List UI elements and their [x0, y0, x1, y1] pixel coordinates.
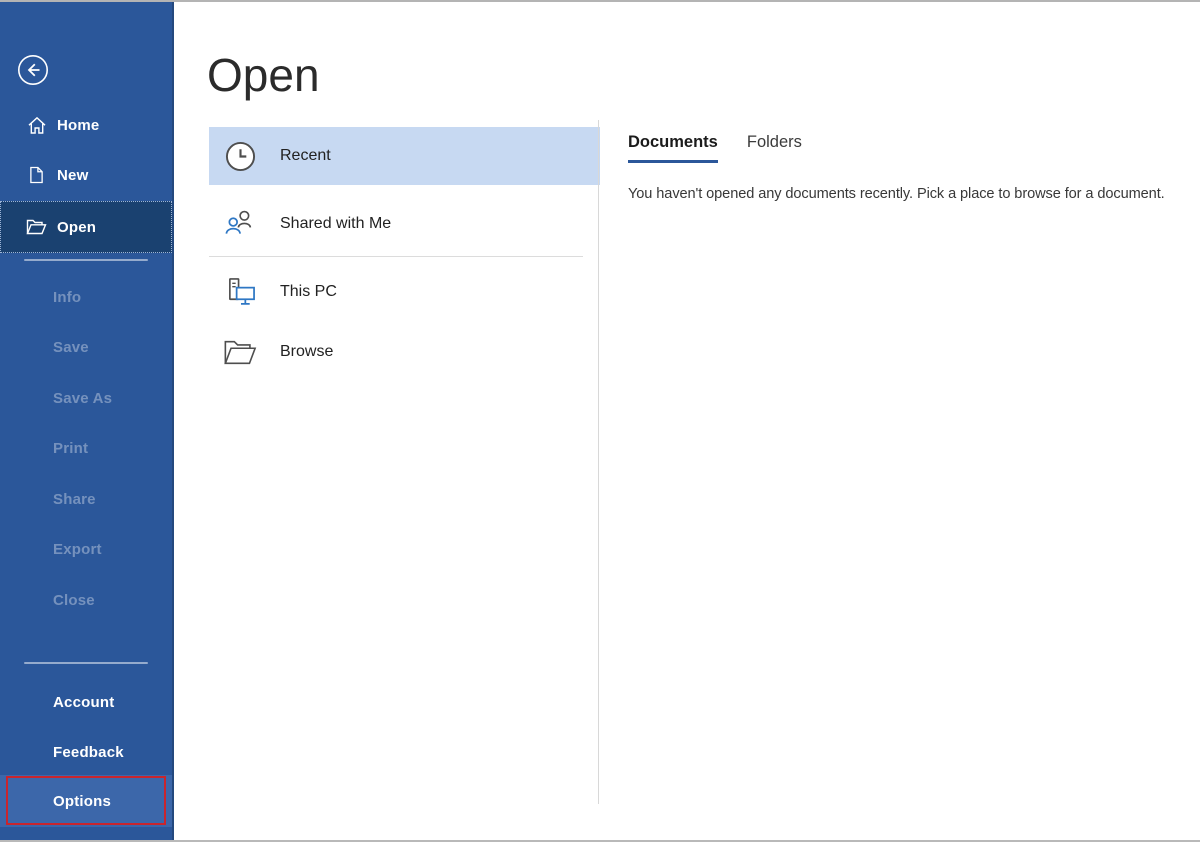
sidebar-item-share: Share: [53, 490, 96, 508]
place-label: Recent: [280, 147, 331, 164]
recent-tabs: Documents Folders: [628, 133, 802, 163]
place-this-pc[interactable]: This PC: [209, 263, 600, 321]
browse-folder-icon: [222, 339, 258, 366]
place-label: This PC: [280, 283, 337, 300]
home-icon: [26, 116, 47, 135]
empty-state-message: You haven't opened any documents recentl…: [628, 186, 1165, 202]
pc-icon: [222, 277, 258, 307]
sidebar-item-close: Close: [53, 591, 95, 609]
place-recent[interactable]: Recent: [209, 127, 600, 185]
people-icon: [222, 209, 258, 239]
back-button[interactable]: [16, 53, 50, 87]
sidebar-item-label: Home: [57, 116, 100, 134]
word-backstage-open-screen: Home New Open Info Save Save As Print Sh…: [0, 0, 1200, 842]
sidebar-item-label: New: [57, 166, 89, 184]
sidebar-item-account[interactable]: Account: [0, 677, 172, 727]
page-title: Open: [207, 49, 320, 101]
sidebar-item-save: Save: [53, 338, 89, 356]
new-document-icon: [26, 166, 47, 184]
sidebar-item-feedback[interactable]: Feedback: [0, 727, 172, 777]
sidebar-item-home[interactable]: Home: [0, 106, 172, 144]
sidebar-divider: [24, 662, 148, 664]
place-label: Shared with Me: [280, 215, 392, 232]
sidebar-item-label: Open: [57, 218, 97, 236]
panel-divider: [598, 120, 599, 804]
sidebar-item-label: Options: [53, 792, 112, 810]
sidebar-item-save-as: Save As: [53, 389, 113, 407]
sidebar-item-info: Info: [53, 288, 82, 306]
open-folder-icon: [26, 219, 47, 235]
tab-folders[interactable]: Folders: [747, 133, 802, 163]
place-shared-with-me[interactable]: Shared with Me: [209, 195, 600, 253]
tab-documents[interactable]: Documents: [628, 133, 718, 163]
sidebar-item-print: Print: [53, 439, 89, 457]
sidebar-item-open[interactable]: Open: [0, 201, 172, 253]
clock-icon: [222, 141, 258, 172]
sidebar-item-export: Export: [53, 540, 102, 558]
place-browse[interactable]: Browse: [209, 323, 600, 381]
sidebar: Home New Open Info Save Save As Print Sh…: [0, 2, 174, 840]
place-label: Browse: [280, 343, 334, 360]
back-arrow-icon: [18, 55, 48, 85]
sidebar-item-new[interactable]: New: [0, 156, 172, 194]
sidebar-item-options[interactable]: Options: [0, 775, 172, 827]
sidebar-divider: [24, 259, 148, 261]
places-divider: [209, 256, 583, 257]
